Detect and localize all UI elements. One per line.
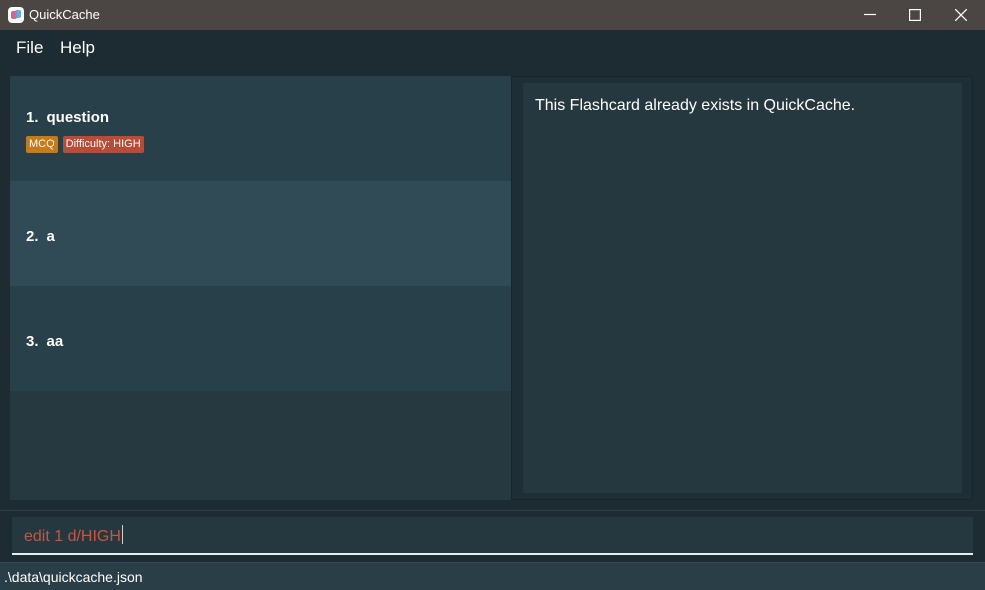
flashcard-title: 3. aa [26, 333, 63, 350]
command-input[interactable]: edit 1 d/HIGH [24, 525, 123, 546]
close-button[interactable] [938, 0, 984, 30]
flashcard-question: a [46, 228, 55, 245]
app-icon [8, 7, 24, 23]
flashcard-index: 3. [26, 333, 39, 350]
maximize-button[interactable] [892, 0, 938, 30]
command-text: edit 1 d/HIGH [24, 528, 121, 545]
result-panel: This Flashcard already exists in QuickCa… [511, 76, 973, 500]
command-input-box[interactable]: edit 1 d/HIGH [12, 517, 973, 555]
tag-mcq: MCQ [26, 136, 58, 153]
title-bar: QuickCache [0, 0, 985, 30]
result-message: This Flashcard already exists in QuickCa… [535, 97, 856, 114]
result-display[interactable]: This Flashcard already exists in QuickCa… [523, 83, 962, 493]
flashcard-item[interactable]: 1. question MCQ Difficulty: HIGH [10, 76, 511, 181]
status-bar: .\data\quickcache.json [0, 562, 985, 590]
flashcard-item[interactable]: 2. a [10, 181, 511, 286]
maximize-icon [909, 9, 921, 21]
flashcard-title: 2. a [26, 228, 55, 245]
command-section: edit 1 d/HIGH [0, 510, 985, 562]
tag-difficulty: Difficulty: HIGH [62, 136, 144, 153]
flashcard-question: aa [46, 333, 64, 350]
flashcard-tags: MCQ Difficulty: HIGH [26, 136, 149, 153]
flashcard-item[interactable]: 3. aa [10, 286, 511, 391]
window-title: QuickCache [29, 7, 100, 22]
flashcard-question: question [46, 109, 110, 126]
minimize-icon [864, 13, 876, 16]
menu-help[interactable]: Help [60, 38, 95, 58]
minimize-button[interactable] [847, 0, 893, 30]
text-caret [121, 525, 123, 544]
save-file-path: .\data\quickcache.json [4, 569, 143, 585]
menu-bar: File Help [0, 30, 985, 66]
main-area: 1. question MCQ Difficulty: HIGH 2. a 3. aa … [0, 66, 985, 510]
flashcard-index: 2. [26, 228, 39, 245]
flashcard-list[interactable]: 1. question MCQ Difficulty: HIGH 2. a 3. aa [10, 76, 511, 500]
menu-file[interactable]: File [16, 38, 43, 58]
flashcard-title: 1. question [26, 109, 109, 126]
flashcard-index: 1. [26, 109, 39, 126]
close-icon [955, 9, 967, 21]
